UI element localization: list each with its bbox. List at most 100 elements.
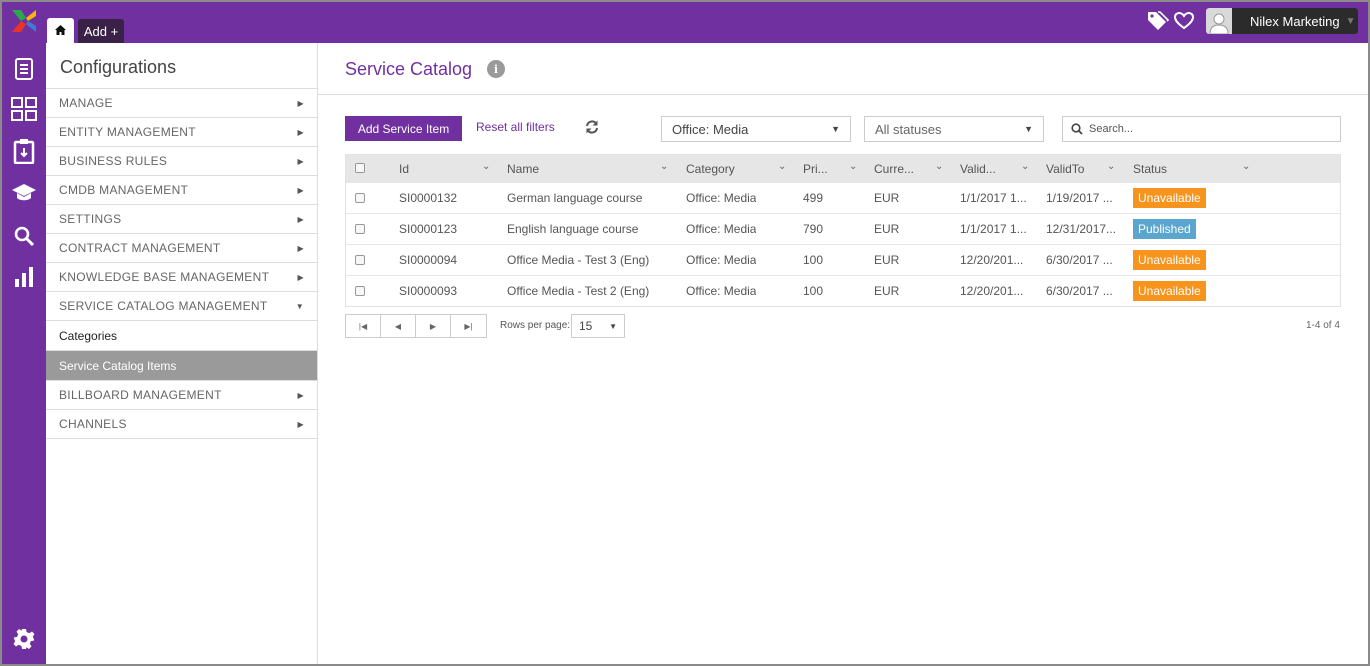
add-service-item-button[interactable]: Add Service Item <box>345 116 462 141</box>
status-badge: Unavailable <box>1133 250 1206 270</box>
caret-right-icon: ▶ <box>297 98 304 108</box>
chevron-down-icon: ▼ <box>609 321 617 331</box>
menu-item[interactable]: SETTINGS ▶ <box>46 205 317 234</box>
tag-icon[interactable] <box>1147 11 1169 31</box>
search-icon <box>1071 123 1083 135</box>
chevron-down-icon[interactable]: ⌄ <box>1242 161 1250 172</box>
row-checkbox[interactable] <box>355 224 365 234</box>
menu-item[interactable]: BILLBOARD MANAGEMENT ▶ <box>46 381 317 410</box>
pagination: |◀ ◀ ▶ ▶| <box>345 314 487 338</box>
configurations-title: Configurations <box>46 43 317 89</box>
currency-cell: EUR <box>874 253 900 267</box>
document-icon[interactable] <box>11 56 37 82</box>
table-row[interactable]: SI0000132 German language course Office: M… <box>346 182 1340 213</box>
name-cell: Office Media - Test 3 (Eng) <box>507 253 650 267</box>
name-cell: Office Media - Test 2 (Eng) <box>507 284 650 298</box>
page-header: Service Catalog i <box>318 43 1368 95</box>
status-badge: Unavailable <box>1133 281 1206 301</box>
dashboard-grid-icon[interactable] <box>11 96 37 122</box>
chevron-down-icon[interactable]: ⌄ <box>1021 161 1029 172</box>
status-filter-select[interactable]: All statuses ▼ <box>864 116 1044 142</box>
home-tab[interactable] <box>47 18 74 43</box>
select-all-checkbox[interactable] <box>355 163 365 173</box>
column-header-category[interactable]: Category <box>686 162 735 176</box>
next-page-button[interactable]: ▶ <box>416 315 451 337</box>
chevron-down-icon: ▼ <box>1345 15 1356 27</box>
menu-item[interactable]: BUSINESS RULES ▶ <box>46 147 317 176</box>
table-row[interactable]: SI0000094 Office Media - Test 3 (Eng) Offi… <box>346 244 1340 275</box>
icon-rail <box>0 43 46 666</box>
search-box[interactable] <box>1062 116 1341 142</box>
chevron-down-icon[interactable]: ⌄ <box>482 161 490 172</box>
category-cell: Office: Media <box>686 253 757 267</box>
favorites-heart-icon[interactable] <box>1174 12 1194 30</box>
table-row[interactable]: SI0000123 English language course Office: … <box>346 213 1340 244</box>
menu-item-label: CHANNELS <box>59 417 127 431</box>
id-cell: SI0000123 <box>399 222 458 236</box>
rows-per-page-select[interactable]: 15 ▼ <box>571 314 625 338</box>
menu-item-label: SERVICE CATALOG MANAGEMENT <box>59 299 268 313</box>
column-header-price[interactable]: Pri... <box>803 162 828 176</box>
menu-item-label: CMDB MANAGEMENT <box>59 183 189 197</box>
chevron-down-icon[interactable]: ⌄ <box>935 161 943 172</box>
caret-right-icon: ▶ <box>297 214 304 224</box>
id-cell: SI0000132 <box>399 191 458 205</box>
service-items-table: Id ⌄ Name ⌄ Category ⌄ Pri... ⌄ Curre...… <box>345 154 1341 307</box>
valid-to-cell: 6/30/2017 ... <box>1046 253 1113 267</box>
gear-icon[interactable] <box>11 626 37 652</box>
category-filter-select[interactable]: Office: Media ▼ <box>661 116 851 142</box>
last-page-button[interactable]: ▶| <box>451 315 486 337</box>
previous-page-button[interactable]: ◀ <box>381 315 416 337</box>
search-input[interactable] <box>1089 123 1329 135</box>
search-icon[interactable] <box>11 223 37 249</box>
refresh-icon[interactable] <box>585 120 599 134</box>
currency-cell: EUR <box>874 284 900 298</box>
caret-right-icon: ▶ <box>297 127 304 137</box>
caret-right-icon: ▶ <box>297 243 304 253</box>
chevron-down-icon[interactable]: ⌄ <box>660 161 668 172</box>
info-icon[interactable]: i <box>487 60 505 78</box>
chevron-down-icon[interactable]: ⌄ <box>778 161 786 172</box>
avatar <box>1206 8 1232 34</box>
nilex-logo-icon[interactable] <box>12 10 36 32</box>
chevron-down-icon[interactable]: ⌄ <box>1107 161 1115 172</box>
submenu-item[interactable]: Service Catalog Items <box>46 351 317 381</box>
valid-from-cell: 12/20/201... <box>960 284 1024 298</box>
caret-right-icon: ▶ <box>297 185 304 195</box>
category-filter-value: Office: Media <box>672 121 749 137</box>
menu-item[interactable]: CHANNELS ▶ <box>46 410 317 439</box>
menu-item-label: BUSINESS RULES <box>59 154 168 168</box>
graduation-cap-icon[interactable] <box>11 180 37 206</box>
caret-right-icon: ▶ <box>297 272 304 282</box>
menu-item[interactable]: CONTRACT MANAGEMENT ▶ <box>46 234 317 263</box>
reset-filters-link[interactable]: Reset all filters <box>476 120 555 134</box>
column-header-name[interactable]: Name <box>507 162 539 176</box>
column-header-currency[interactable]: Curre... <box>874 162 914 176</box>
name-cell: German language course <box>507 191 643 205</box>
clipboard-icon[interactable] <box>11 138 37 164</box>
column-header-status[interactable]: Status <box>1133 162 1167 176</box>
menu-item[interactable]: CMDB MANAGEMENT ▶ <box>46 176 317 205</box>
column-header-valid-to[interactable]: ValidTo <box>1046 162 1084 176</box>
first-page-button[interactable]: |◀ <box>346 315 381 337</box>
bar-chart-icon[interactable] <box>11 264 37 290</box>
add-tab-button[interactable]: Add + <box>78 19 124 43</box>
column-header-id[interactable]: Id <box>399 162 409 176</box>
menu-item[interactable]: KNOWLEDGE BASE MANAGEMENT ▶ <box>46 263 317 292</box>
menu-item-label: SETTINGS <box>59 212 122 226</box>
caret-right-icon: ▶ <box>297 156 304 166</box>
column-header-valid-from[interactable]: Valid... <box>960 162 996 176</box>
row-checkbox[interactable] <box>355 286 365 296</box>
table-row[interactable]: SI0000093 Office Media - Test 2 (Eng) Offi… <box>346 275 1340 306</box>
menu-item[interactable]: ENTITY MANAGEMENT ▶ <box>46 118 317 147</box>
row-checkbox[interactable] <box>355 193 365 203</box>
user-menu[interactable]: Nilex Marketing ▼ <box>1206 8 1358 34</box>
chevron-down-icon: ▼ <box>831 124 840 134</box>
menu-item[interactable]: MANAGE ▶ <box>46 89 317 118</box>
menu-item-label: BILLBOARD MANAGEMENT <box>59 388 222 402</box>
submenu-item[interactable]: Categories <box>46 321 317 351</box>
row-checkbox[interactable] <box>355 255 365 265</box>
menu-item[interactable]: SERVICE CATALOG MANAGEMENT ▼ <box>46 292 317 321</box>
valid-to-cell: 6/30/2017 ... <box>1046 284 1113 298</box>
chevron-down-icon[interactable]: ⌄ <box>849 161 857 172</box>
